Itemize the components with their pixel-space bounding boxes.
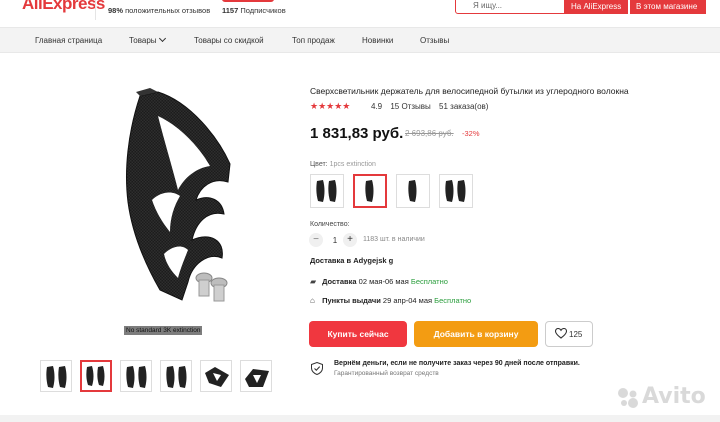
buy-now-button[interactable]: Купить сейчас — [309, 321, 407, 347]
positive-reviews-stat: 98% положительных отзывов — [108, 6, 210, 15]
thumbnail-5-image — [205, 367, 229, 387]
guarantee-subtitle: Гарантированный возврат средств — [334, 370, 439, 377]
aliexpress-logo[interactable]: AliExpress — [22, 0, 105, 14]
subscribers-stat: 1157 Подписчиков — [222, 6, 286, 15]
color-option-4-image — [445, 180, 466, 202]
screw-2 — [210, 277, 228, 302]
color-option-2[interactable] — [353, 174, 387, 208]
product-title: Сверхсветильник держатель для велосипедн… — [310, 86, 629, 96]
color-option-1-image — [316, 180, 337, 202]
search-aliexpress-button[interactable]: На AliExpress — [565, 0, 628, 14]
bottom-divider — [0, 415, 720, 422]
store-badge — [222, 0, 274, 2]
quantity-decrease-button[interactable]: − — [309, 233, 323, 247]
thumbnail-2-image — [86, 366, 105, 386]
rating-value: 4.9 — [371, 102, 383, 111]
nav-top-sales-label: Топ продаж — [292, 36, 335, 45]
reviews-link[interactable]: 15 Отзывы — [390, 102, 430, 111]
nav-discounted-label: Товары со скидкой — [194, 36, 264, 45]
search-placeholder: Я ищу... — [473, 1, 503, 10]
quantity-increase-button[interactable]: + — [343, 233, 357, 247]
pickup-row: ⌂ Пункты выдачи 29 апр-04 мая Бесплатно — [310, 296, 471, 305]
old-price: 2 693,86 руб. — [405, 129, 454, 138]
delivery-label: Доставка — [322, 277, 357, 286]
stock-count: 1183 шт. в наличии — [363, 236, 425, 243]
wishlist-button[interactable]: 125 — [545, 321, 593, 347]
current-price: 1 831,83 руб. — [310, 125, 404, 142]
thumbnail-3[interactable] — [120, 360, 152, 392]
thumbnail-3-image — [126, 366, 147, 388]
nav-reviews[interactable]: Отзывы — [420, 36, 449, 45]
thumbnail-5[interactable] — [200, 360, 232, 392]
color-option-1[interactable] — [310, 174, 344, 208]
color-label-text: Цвет: — [310, 161, 328, 168]
delivery-destination[interactable]: Доставка в Adygejsk g — [310, 256, 393, 265]
header-divider — [95, 0, 96, 20]
image-caption: No standard 3K extinction — [124, 326, 203, 335]
thumbnail-1[interactable] — [40, 360, 72, 392]
avito-watermark: Avito — [642, 384, 706, 409]
thumbnail-4-image — [166, 366, 187, 388]
thumbnail-2[interactable] — [80, 360, 112, 392]
quantity-value[interactable]: 1 — [330, 236, 340, 245]
screw-1 — [195, 272, 213, 297]
pickup-label: Пункты выдачи — [322, 296, 381, 305]
wishlist-count: 125 — [569, 330, 583, 339]
product-main-image[interactable] — [100, 82, 290, 344]
delivery-dates: 02 мая-06 мая — [358, 277, 409, 286]
nav-discounted[interactable]: Товары со скидкой — [194, 36, 264, 45]
positive-reviews-pct: 98% — [108, 6, 124, 15]
rating-summary: 4.9 15 Отзывы 51 заказа(ов) — [371, 102, 494, 111]
add-to-cart-button[interactable]: Добавить в корзину — [414, 321, 538, 347]
nav-new-label: Новинки — [362, 36, 394, 45]
color-option-2-image — [365, 180, 374, 202]
delivery-row: ▰ Доставка 02 мая-06 мая Бесплатно — [310, 277, 448, 286]
search-input[interactable]: Я ищу... — [455, 0, 565, 14]
color-value: 1pcs extinction — [329, 161, 376, 168]
color-option-3-image — [408, 180, 417, 202]
nav-top-sales[interactable]: Топ продаж — [292, 36, 335, 45]
nav-products-label: Товары — [129, 36, 157, 45]
color-label: Цвет: 1pcs extinction — [310, 161, 376, 168]
color-option-3[interactable] — [396, 174, 430, 208]
quantity-label: Количество: — [310, 221, 350, 228]
store-nav: Главная страница Товары Товары со скидко… — [0, 27, 720, 53]
nav-reviews-label: Отзывы — [420, 36, 450, 45]
delivery-price: Бесплатно — [410, 277, 448, 286]
pickup-dates: 29 апр-04 мая — [382, 296, 433, 305]
pickup-price: Бесплатно — [434, 296, 472, 305]
subscribers-count: 1157 — [222, 6, 239, 15]
nav-new[interactable]: Новинки — [362, 36, 393, 45]
shield-check-icon — [311, 362, 323, 375]
thumbnail-6-image — [245, 369, 269, 387]
color-option-4[interactable] — [439, 174, 473, 208]
pickup-point-icon: ⌂ — [310, 296, 315, 305]
top-header: AliExpress 98% положительных отзывов 115… — [0, 0, 720, 27]
thumbnail-4[interactable] — [160, 360, 192, 392]
positive-reviews-label: положительных отзывов — [125, 6, 211, 15]
subscribers-label: Подписчиков — [240, 6, 286, 15]
chevron-down-icon — [158, 34, 166, 43]
truck-icon: ▰ — [310, 277, 317, 286]
orders-count: 51 заказа(ов) — [439, 102, 489, 111]
thumbnail-1-image — [46, 366, 67, 388]
search-store-button[interactable]: В этом магазине — [630, 0, 706, 14]
thumbnail-6[interactable] — [240, 360, 272, 392]
nav-home[interactable]: Главная страница — [35, 36, 102, 45]
discount-badge: -32% — [462, 129, 480, 138]
nav-products[interactable]: Товары — [129, 34, 166, 45]
heart-icon — [555, 328, 567, 339]
guarantee-title: Вернём деньги, если не получите заказ че… — [334, 360, 580, 367]
avito-logo-icon — [618, 388, 638, 408]
nav-home-label: Главная страница — [35, 36, 103, 45]
rating-stars-icon: ★★★★★ — [310, 101, 351, 111]
